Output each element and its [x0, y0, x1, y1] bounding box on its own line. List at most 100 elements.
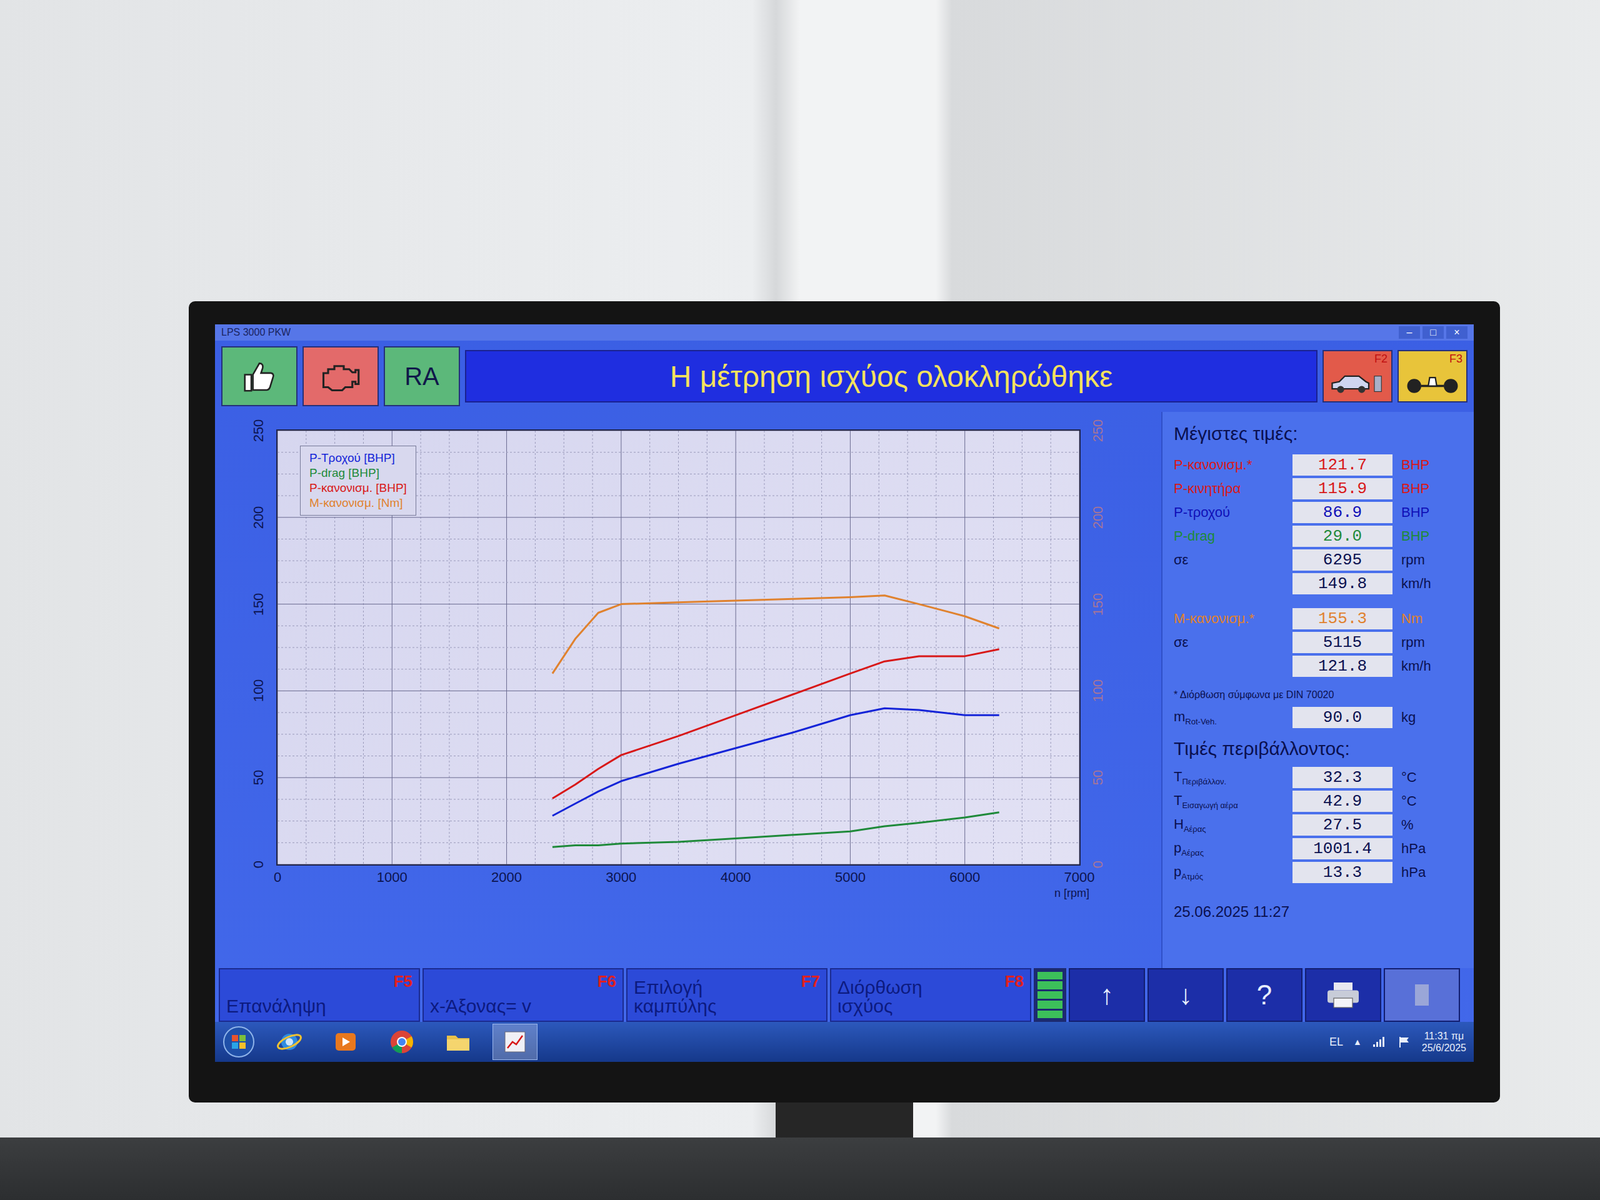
extra-button[interactable]: [1383, 968, 1460, 1022]
environment-row: pΑέρας1001.4hPa: [1173, 836, 1467, 861]
tray-arrow[interactable]: ▲: [1353, 1036, 1362, 1047]
max-values-group: P-κανονισμ.*121.7BHPP-κινητήρα115.9BHPP-…: [1173, 453, 1467, 596]
toolbar-button[interactable]: RA: [383, 346, 460, 407]
status-meter: [1033, 968, 1067, 1022]
grid-line: [1021, 430, 1023, 865]
legend-item: P-Τροχού [BHP]: [309, 451, 407, 465]
y-axis-left: 050100150200250: [240, 430, 278, 865]
value-field: 155.3: [1292, 608, 1393, 630]
language-indicator[interactable]: EL: [1329, 1035, 1344, 1049]
function-key-button[interactable]: ΕπανάληψηF5: [218, 968, 420, 1022]
series-line: [552, 708, 1000, 816]
window-control-button[interactable]: ×: [1446, 326, 1468, 339]
taskbar-app[interactable]: [267, 1024, 312, 1060]
status-message: Η μέτρηση ισχύος ολοκληρώθηκε: [465, 350, 1318, 403]
grid-line: [277, 581, 1080, 583]
shortcut-button[interactable]: F2: [1322, 350, 1393, 403]
grid-line: [277, 430, 1080, 432]
grid-line: [935, 430, 937, 865]
environment-title: Τιμές περιβάλλοντος:: [1173, 738, 1467, 760]
print-button[interactable]: [1305, 968, 1382, 1022]
nav-button[interactable]: ?: [1226, 968, 1303, 1022]
taskbar-app[interactable]: [323, 1024, 368, 1060]
signal-icon[interactable]: [1371, 1035, 1387, 1049]
nav-button[interactable]: ↑: [1068, 968, 1145, 1022]
grid-line: [277, 777, 1080, 779]
nav-button[interactable]: ↓: [1147, 968, 1224, 1022]
max-value-row: P-κινητήρα115.9BHP: [1173, 476, 1467, 501]
y-tick: 150: [250, 592, 267, 616]
max-value-row: 149.8km/h: [1173, 571, 1467, 596]
grid-line: [277, 864, 1080, 865]
grid-line: [277, 690, 1080, 692]
window-control-button[interactable]: □: [1422, 326, 1444, 339]
y-tick: 200: [1090, 505, 1107, 529]
environment-row: HΑέρας27.5%: [1173, 813, 1467, 837]
clock[interactable]: 11:31 πμ25/6/2025: [1421, 1030, 1467, 1054]
shortcut-key: F2: [1374, 352, 1388, 366]
legend-item: M-κανονισμ. [Nm]: [309, 496, 407, 510]
function-key-button[interactable]: x-Άξονας= vF6: [422, 968, 624, 1022]
din-note: * Διόρθωση σύμφωνα με DIN 70020: [1173, 689, 1467, 701]
y-tick: 150: [1090, 592, 1107, 616]
toolbar-button[interactable]: [221, 346, 298, 407]
engine-icon: [318, 356, 363, 396]
printer-icon: [1324, 979, 1362, 1011]
grid-line: [277, 712, 1080, 714]
x-tick: 6000: [949, 869, 980, 886]
y-tick: 0: [1090, 860, 1107, 869]
y-tick: 100: [250, 679, 267, 703]
wall: [0, 0, 1600, 302]
chart-legend: P-Τροχού [BHP]P-drag [BHP]P-κανονισμ. [B…: [300, 445, 417, 516]
system-tray: EL ▲ 11:31 πμ25/6/2025: [1329, 1030, 1467, 1054]
window-control-button[interactable]: –: [1398, 326, 1420, 339]
x-axis-unit: n [rpm]: [1054, 886, 1090, 900]
y-tick: 250: [1090, 419, 1107, 443]
taskbar-app[interactable]: [436, 1024, 480, 1060]
shortcut-key: F3: [1449, 352, 1463, 366]
function-key-button[interactable]: Επιλογή καμπύληςF7: [626, 968, 828, 1022]
meter-segment: [1037, 1010, 1063, 1019]
shortcut-button[interactable]: F3: [1397, 350, 1468, 403]
value-field: 121.7: [1292, 454, 1393, 476]
folder-icon: [444, 1028, 472, 1056]
axle-icon: [1404, 368, 1461, 398]
toolbar-button[interactable]: [302, 346, 379, 407]
dyno-app-icon: [501, 1028, 529, 1056]
y-tick: 0: [250, 860, 267, 869]
flag-icon[interactable]: [1396, 1035, 1412, 1049]
max-value-row: P-τροχού86.9BHP: [1173, 500, 1467, 525]
desk: [0, 1137, 1600, 1200]
grid-line: [277, 668, 1080, 670]
value-field: 42.9: [1292, 790, 1393, 812]
grid-line: [448, 430, 450, 865]
x-tick: 5000: [835, 869, 866, 886]
value-field: 115.9: [1292, 478, 1393, 500]
function-key-button[interactable]: Διόρθωση ισχύοςF8: [830, 968, 1032, 1022]
value-field: 29.0: [1292, 525, 1393, 547]
taskbar-app[interactable]: [380, 1024, 424, 1060]
value-field: 5115: [1292, 631, 1393, 654]
y-tick: 100: [1090, 679, 1107, 703]
value-field: 1001.4: [1292, 838, 1393, 860]
grid-line: [277, 603, 1080, 605]
y-tick: 50: [250, 770, 267, 785]
max-values-title: Μέγιστες τιμές:: [1173, 423, 1467, 445]
value-field: 6295: [1292, 549, 1393, 571]
results-panel: Μέγιστες τιμές: P-κανονισμ.*121.7BHPP-κιν…: [1161, 411, 1474, 969]
meter-segment: [1037, 981, 1063, 989]
environment-row: TΠεριβάλλον.32.3°C: [1173, 765, 1467, 790]
meter-segment: [1037, 1000, 1063, 1009]
y-tick: 200: [250, 505, 267, 529]
value-field: 32.3: [1292, 766, 1393, 789]
grid-line: [277, 798, 1080, 800]
taskbar-app[interactable]: [492, 1023, 538, 1060]
photo-scene: LPS 3000 PKW–□×RAΗ μέτρηση ισχύος ολοκλη…: [0, 0, 1600, 1200]
x-tick: 7000: [1064, 869, 1095, 886]
power-chart: 0 50 100 150 200 250 P-Τροχού [BHP]P-drag [BHP…: [215, 411, 1162, 969]
thumbs-up-icon: [237, 356, 282, 396]
plot-area: P-Τροχού [BHP]P-drag [BHP]P-κανονισμ. [B…: [277, 430, 1080, 865]
start-button-icon[interactable]: [222, 1025, 255, 1059]
timestamp: 25.06.2025 11:27: [1173, 903, 1467, 921]
x-tick: 4000: [720, 869, 752, 886]
